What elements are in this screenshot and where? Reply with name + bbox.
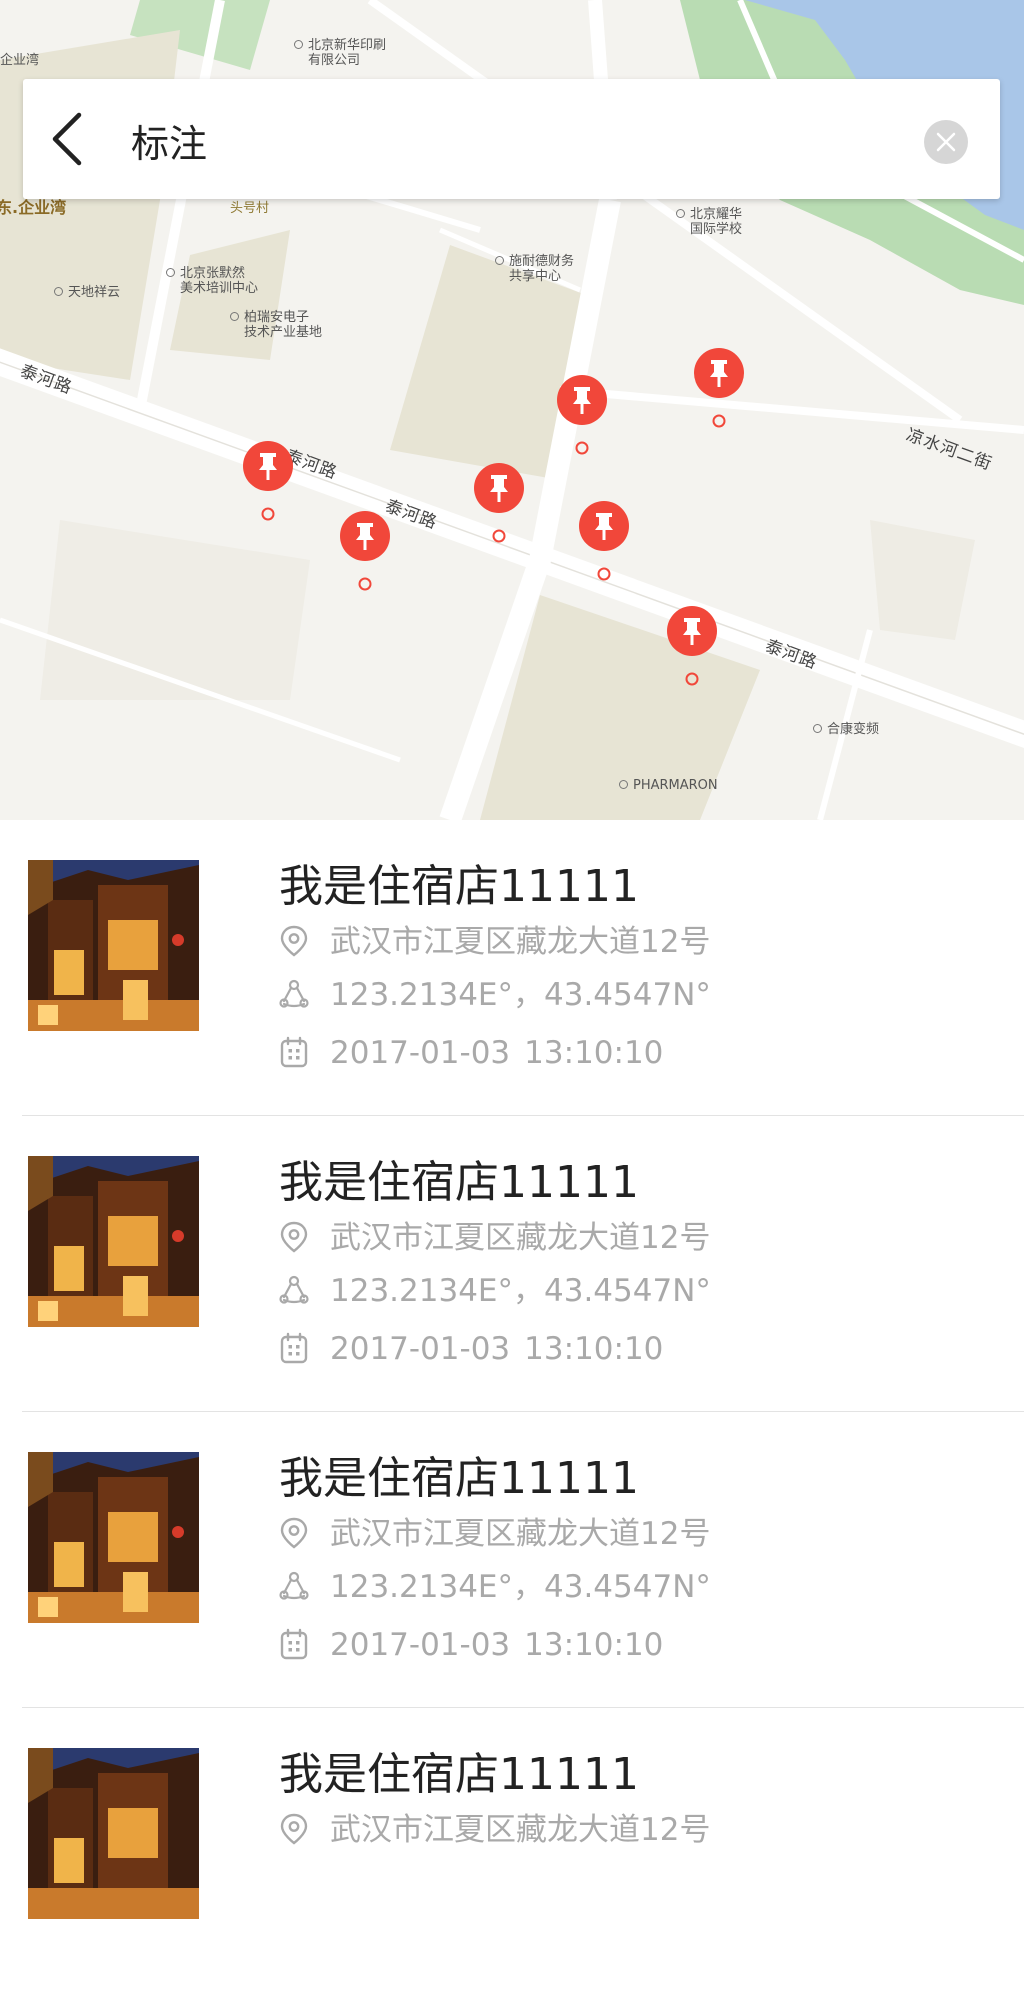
coordinates-row: 123.2134E°，43.4547N° [279, 975, 711, 1015]
list-item[interactable]: 我是住宿店11111 武汉市江夏区藏龙大道12号 123.2134E°，43.4… [0, 820, 1024, 1116]
chevron-left-icon [52, 112, 82, 166]
list-item[interactable]: 我是住宿店11111 武汉市江夏区藏龙大道12号 [0, 1708, 1024, 2004]
address-row: 武汉市江夏区藏龙大道12号 [279, 1810, 710, 1850]
map-marker[interactable] [339, 510, 391, 602]
address-row: 武汉市江夏区藏龙大道12号 [279, 1514, 710, 1554]
map-marker[interactable] [242, 440, 294, 532]
coordinates-icon [279, 1571, 309, 1600]
map-district-label: 东.企业湾 [0, 198, 67, 217]
hotel-thumbnail [28, 1452, 199, 1623]
pushpin-icon [579, 501, 629, 581]
location-pin-icon [280, 1813, 308, 1845]
map-marker[interactable] [693, 347, 745, 439]
map-poi[interactable]: 柏瑞安电子 技术产业基地 [230, 310, 322, 340]
location-pin-icon [280, 1517, 308, 1549]
address-row: 武汉市江夏区藏龙大道12号 [279, 1218, 710, 1258]
coordinates-icon [279, 979, 309, 1008]
address-text: 武汉市江夏区藏龙大道12号 [330, 1220, 711, 1256]
hotel-name: 我是住宿店11111 [279, 1453, 639, 1504]
map-poi[interactable]: 天地祥云 [54, 285, 120, 300]
page-title: 标注 [131, 122, 208, 166]
calendar-icon [280, 1628, 308, 1659]
coordinates-text: 123.2134E°，43.4547N° [330, 1273, 711, 1309]
address-row: 武汉市江夏区藏龙大道12号 [279, 922, 710, 962]
hotel-name: 我是住宿店11111 [279, 861, 639, 912]
time-text: 13:10:10 [524, 1035, 664, 1071]
map-poi[interactable]: 北京张默然 美术培训中心 [166, 266, 258, 296]
coordinates-row: 123.2134E°，43.4547N° [279, 1567, 711, 1607]
hotel-thumbnail [28, 860, 199, 1031]
hotel-thumbnail [28, 1156, 199, 1327]
map-marker[interactable] [666, 605, 718, 697]
hotel-name: 我是住宿店11111 [279, 1749, 639, 1800]
list-item[interactable]: 我是住宿店11111 武汉市江夏区藏龙大道12号 123.2134E°，43.4… [0, 1116, 1024, 1412]
back-button[interactable] [43, 109, 93, 169]
pushpin-icon [667, 606, 717, 686]
datetime-row: 2017-01-03 13:10:10 [279, 1329, 663, 1369]
calendar-icon [280, 1036, 308, 1067]
hotel-name: 我是住宿店11111 [279, 1157, 639, 1208]
hotel-thumbnail [28, 1748, 199, 1919]
close-icon [936, 132, 956, 152]
map-poi[interactable]: 施耐德财务 共享中心 [495, 254, 574, 284]
datetime-row: 2017-01-03 13:10:10 [279, 1625, 663, 1665]
clear-button[interactable] [924, 120, 968, 164]
date-text: 2017-01-03 [330, 1331, 511, 1367]
map-marker[interactable] [578, 500, 630, 592]
time-text: 13:10:10 [524, 1627, 664, 1663]
coordinates-icon [279, 1275, 309, 1304]
annotation-list[interactable]: 我是住宿店11111 武汉市江夏区藏龙大道12号 123.2134E°，43.4… [0, 820, 1024, 2004]
map-poi[interactable]: 北京耀华 国际学校 [676, 207, 742, 237]
location-pin-icon [280, 1221, 308, 1253]
map-poi[interactable]: 北京新华印刷 有限公司 [294, 38, 386, 68]
coordinates-text: 123.2134E°，43.4547N° [330, 1569, 711, 1605]
map-marker[interactable] [556, 374, 608, 466]
map-poi[interactable]: 合康变频 [813, 722, 879, 737]
address-text: 武汉市江夏区藏龙大道12号 [330, 924, 711, 960]
header-bar: 标注 [23, 79, 1000, 199]
map-poi[interactable]: PHARMARON [619, 778, 718, 793]
datetime-row: 2017-01-03 13:10:10 [279, 1033, 663, 1073]
date-text: 2017-01-03 [330, 1627, 511, 1663]
pushpin-icon [557, 375, 607, 455]
calendar-icon [280, 1332, 308, 1363]
location-pin-icon [280, 925, 308, 957]
address-text: 武汉市江夏区藏龙大道12号 [330, 1516, 711, 1552]
pushpin-icon [694, 348, 744, 428]
pushpin-icon [474, 463, 524, 543]
coordinates-text: 123.2134E°，43.4547N° [330, 977, 711, 1013]
pushpin-icon [243, 441, 293, 521]
pushpin-icon [340, 511, 390, 591]
map-district-label: 头号村 [230, 201, 270, 216]
map-district-label: 企业湾 [0, 53, 40, 68]
time-text: 13:10:10 [524, 1331, 664, 1367]
address-text: 武汉市江夏区藏龙大道12号 [330, 1812, 711, 1848]
list-item[interactable]: 我是住宿店11111 武汉市江夏区藏龙大道12号 123.2134E°，43.4… [0, 1412, 1024, 1708]
date-text: 2017-01-03 [330, 1035, 511, 1071]
map-marker[interactable] [473, 462, 525, 554]
coordinates-row: 123.2134E°，43.4547N° [279, 1271, 711, 1311]
